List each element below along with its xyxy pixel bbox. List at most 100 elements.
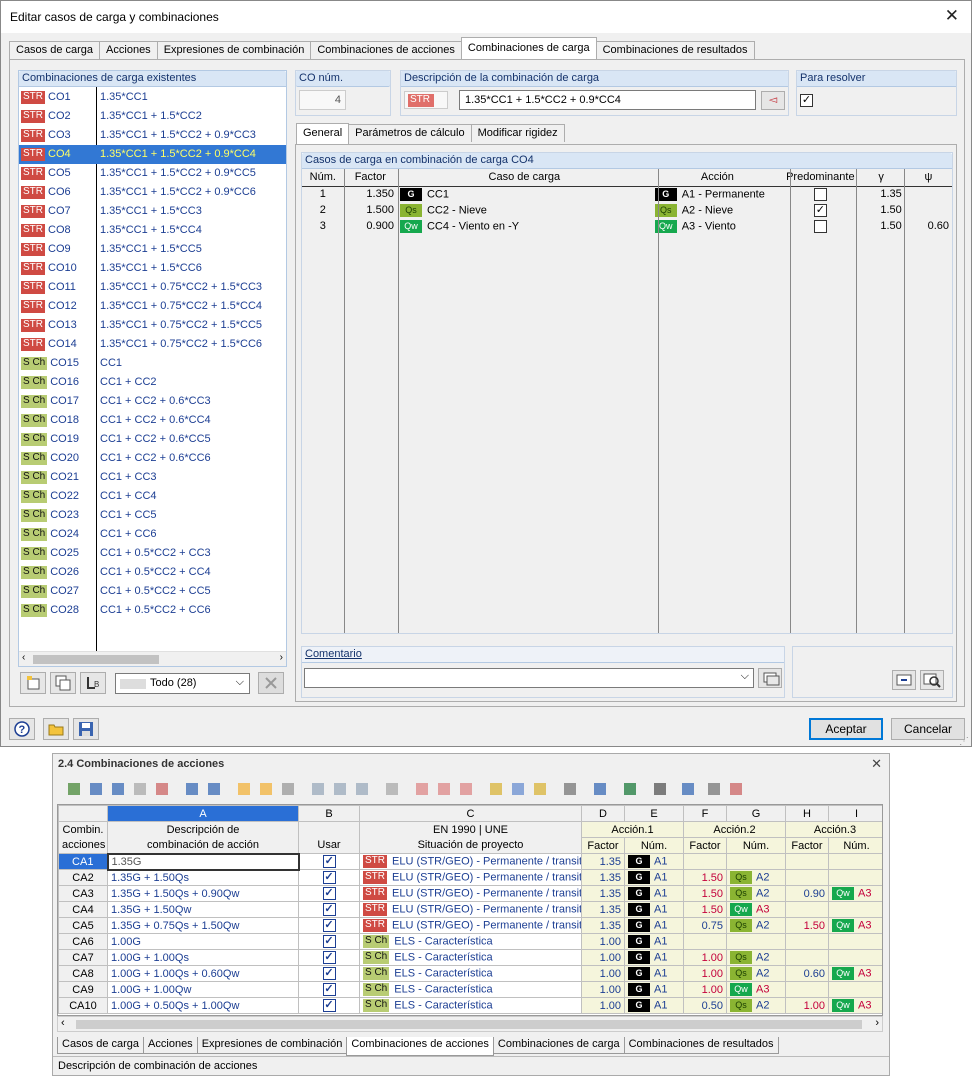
lc-case-cell[interactable]: Qw CC4 - Viento en -Y [397,218,652,234]
combination-row[interactable]: STR CO3 1.35*CC1 + 1.5*CC2 + 0.9*CC3 [19,126,286,145]
column-letter[interactable]: H [785,805,829,822]
action2-factor[interactable]: 1.50 [683,885,727,902]
action1-num-cell[interactable]: G A1 [624,869,684,886]
open-icon[interactable] [43,718,69,740]
table-row[interactable]: CA7 1.00G + 1.00Qs ✓ S Ch ELS - Característi… [58,949,882,966]
row-description[interactable]: 1.35G + 1.50Qs [107,869,299,886]
co-number-field[interactable]: 4 [299,90,346,110]
combination-row[interactable]: S Ch CO22 CC1 + CC4 [19,487,286,506]
edit-icon[interactable] [531,780,549,798]
situation-cell[interactable]: STR ELU (STR/GEO) - Permanente / transit [359,917,582,934]
description-picker-icon[interactable]: ◅ [761,91,785,110]
action3-factor[interactable] [785,933,829,950]
combinations-list[interactable]: Combinaciones de carga existentes STR CO1… [18,70,287,667]
load-case-row[interactable]: 1 1.350 G CC1 G A1 - Permanente 1.35 [302,186,952,202]
row-description[interactable]: 1.35G + 1.50Qs + 0.90Qw [107,885,299,902]
subtab-2[interactable]: Modificar rigidez [470,124,565,142]
row-description[interactable]: 1.00G + 1.00Qs + 0.60Qw [107,965,299,982]
action1-num-cell[interactable]: G A1 [624,933,684,950]
action3-factor[interactable] [785,869,829,886]
usar-checkbox[interactable]: ✓ [322,983,336,996]
row-description[interactable]: 1.00G + 1.00Qw [107,981,299,998]
redo-icon[interactable] [257,780,275,798]
prev-icon[interactable] [183,780,201,798]
row-id[interactable]: CA10 [58,997,108,1014]
resolve-checkbox[interactable]: ✓ [800,94,813,107]
situation-cell[interactable]: S Ch ELS - Característica [359,997,582,1014]
action1-factor[interactable]: 1.00 [581,965,625,982]
scrollbar-thumb[interactable] [76,1020,862,1029]
copy-icon[interactable] [457,780,475,798]
delete-combination-icon[interactable] [258,672,284,694]
situation-cell[interactable]: STR ELU (STR/GEO) - Permanente / transit [359,869,582,886]
combination-row[interactable]: S Ch CO17 CC1 + CC2 + 0.6*CC3 [19,392,286,411]
description-field[interactable]: 1.35*CC1 + 1.5*CC2 + 0.9*CC4 [459,90,756,110]
usar-checkbox[interactable]: ✓ [322,871,336,884]
usar-checkbox[interactable]: ✓ [322,967,336,980]
combination-row[interactable]: STR CO4 1.35*CC1 + 1.5*CC2 + 0.9*CC4 [19,145,286,164]
action2-num-cell[interactable]: Qs A2 [726,869,786,886]
situation-cell[interactable]: STR ELU (STR/GEO) - Permanente / transit [359,885,582,902]
insert-row-icon[interactable] [87,780,105,798]
row-id[interactable]: CA6 [58,933,108,950]
table-row[interactable]: CA4 1.35G + 1.50Qw ✓ STR ELU (STR/GEO) - Per… [58,901,882,918]
info-icon[interactable] [353,780,371,798]
combination-row[interactable]: STR CO2 1.35*CC1 + 1.5*CC2 [19,107,286,126]
action1-num-cell[interactable]: G A1 [624,949,684,966]
action3-factor[interactable]: 1.00 [785,997,829,1014]
excel-icon[interactable] [621,780,639,798]
combination-row[interactable]: S Ch CO18 CC1 + CC2 + 0.6*CC4 [19,411,286,430]
combination-row[interactable]: S Ch CO28 CC1 + 0.5*CC2 + CC6 [19,601,286,620]
renumber-icon[interactable]: B [80,672,106,694]
delete-row-icon[interactable] [109,780,127,798]
action2-num-cell[interactable]: Qs A2 [726,965,786,982]
action1-num-cell[interactable]: G A1 [624,885,684,902]
row-description[interactable]: 1.00G + 1.00Qs [107,949,299,966]
action3-factor[interactable] [785,949,829,966]
calculator-icon[interactable] [651,780,669,798]
column-letter[interactable]: C [359,805,582,822]
situation-cell[interactable]: S Ch ELS - Característica [359,981,582,998]
action2-num-cell[interactable]: Qs A2 [726,997,786,1014]
clear-icon[interactable] [383,780,401,798]
lc-action-cell[interactable]: Qw A3 - Viento [652,218,783,234]
action2-factor[interactable] [683,933,727,950]
comment-field[interactable]: ⌵ [304,668,754,688]
column-letter[interactable]: I [828,805,882,822]
row-description[interactable]: 1.00G [107,933,299,950]
predominant-checkbox[interactable]: ✓ [813,203,827,217]
close-icon[interactable]: ✕ [871,756,882,772]
copy-combination-icon[interactable] [50,672,76,694]
grid-icon[interactable] [509,780,527,798]
action2-num-cell[interactable]: Qw A3 [726,981,786,998]
next-icon[interactable] [205,780,223,798]
description-type-select[interactable]: STR [404,91,448,109]
action1-num-cell[interactable]: G A1 [624,901,684,918]
action3-factor[interactable] [785,853,829,870]
action1-num-cell[interactable]: G A1 [624,917,684,934]
action2-num-cell[interactable] [726,933,786,950]
action3-num-cell[interactable]: Qw A3 [828,885,882,902]
columns-icon[interactable] [487,780,505,798]
lc-action-cell[interactable]: Qs A2 - Nieve [652,202,783,218]
new-combination-icon[interactable] [20,672,46,694]
combination-row[interactable]: STR CO12 1.35*CC1 + 0.75*CC2 + 1.5*CC4 [19,297,286,316]
action2-num-cell[interactable]: Qs A2 [726,917,786,934]
combination-row[interactable]: S Ch CO24 CC1 + CC6 [19,525,286,544]
action2-factor[interactable]: 1.00 [683,949,727,966]
combination-row[interactable]: STR CO13 1.35*CC1 + 0.75*CC2 + 1.5*CC5 [19,316,286,335]
tab-1[interactable]: Acciones [99,41,158,59]
row-id[interactable]: CA5 [58,917,108,934]
load-case-row[interactable]: 2 1.500 Qs CC2 - Nieve Qs A2 - Nieve ✓ 1.50 [302,202,952,218]
combination-row[interactable]: S Ch CO16 CC1 + CC2 [19,373,286,392]
action1-num-cell[interactable]: G A1 [624,997,684,1014]
action1-factor[interactable]: 1.35 [581,885,625,902]
action1-num-cell[interactable]: G A1 [624,965,684,982]
close-icon[interactable]: ✕ [945,6,959,26]
bottom-tab-4[interactable]: Combinaciones de carga [492,1037,625,1054]
combination-row[interactable]: S Ch CO20 CC1 + CC2 + 0.6*CC6 [19,449,286,468]
combination-row[interactable]: STR CO14 1.35*CC1 + 0.75*CC2 + 1.5*CC6 [19,335,286,354]
filter-dropdown[interactable]: Todo (28) ⌵ [115,673,250,694]
action1-factor[interactable]: 1.35 [581,869,625,886]
action1-factor[interactable]: 1.00 [581,981,625,998]
